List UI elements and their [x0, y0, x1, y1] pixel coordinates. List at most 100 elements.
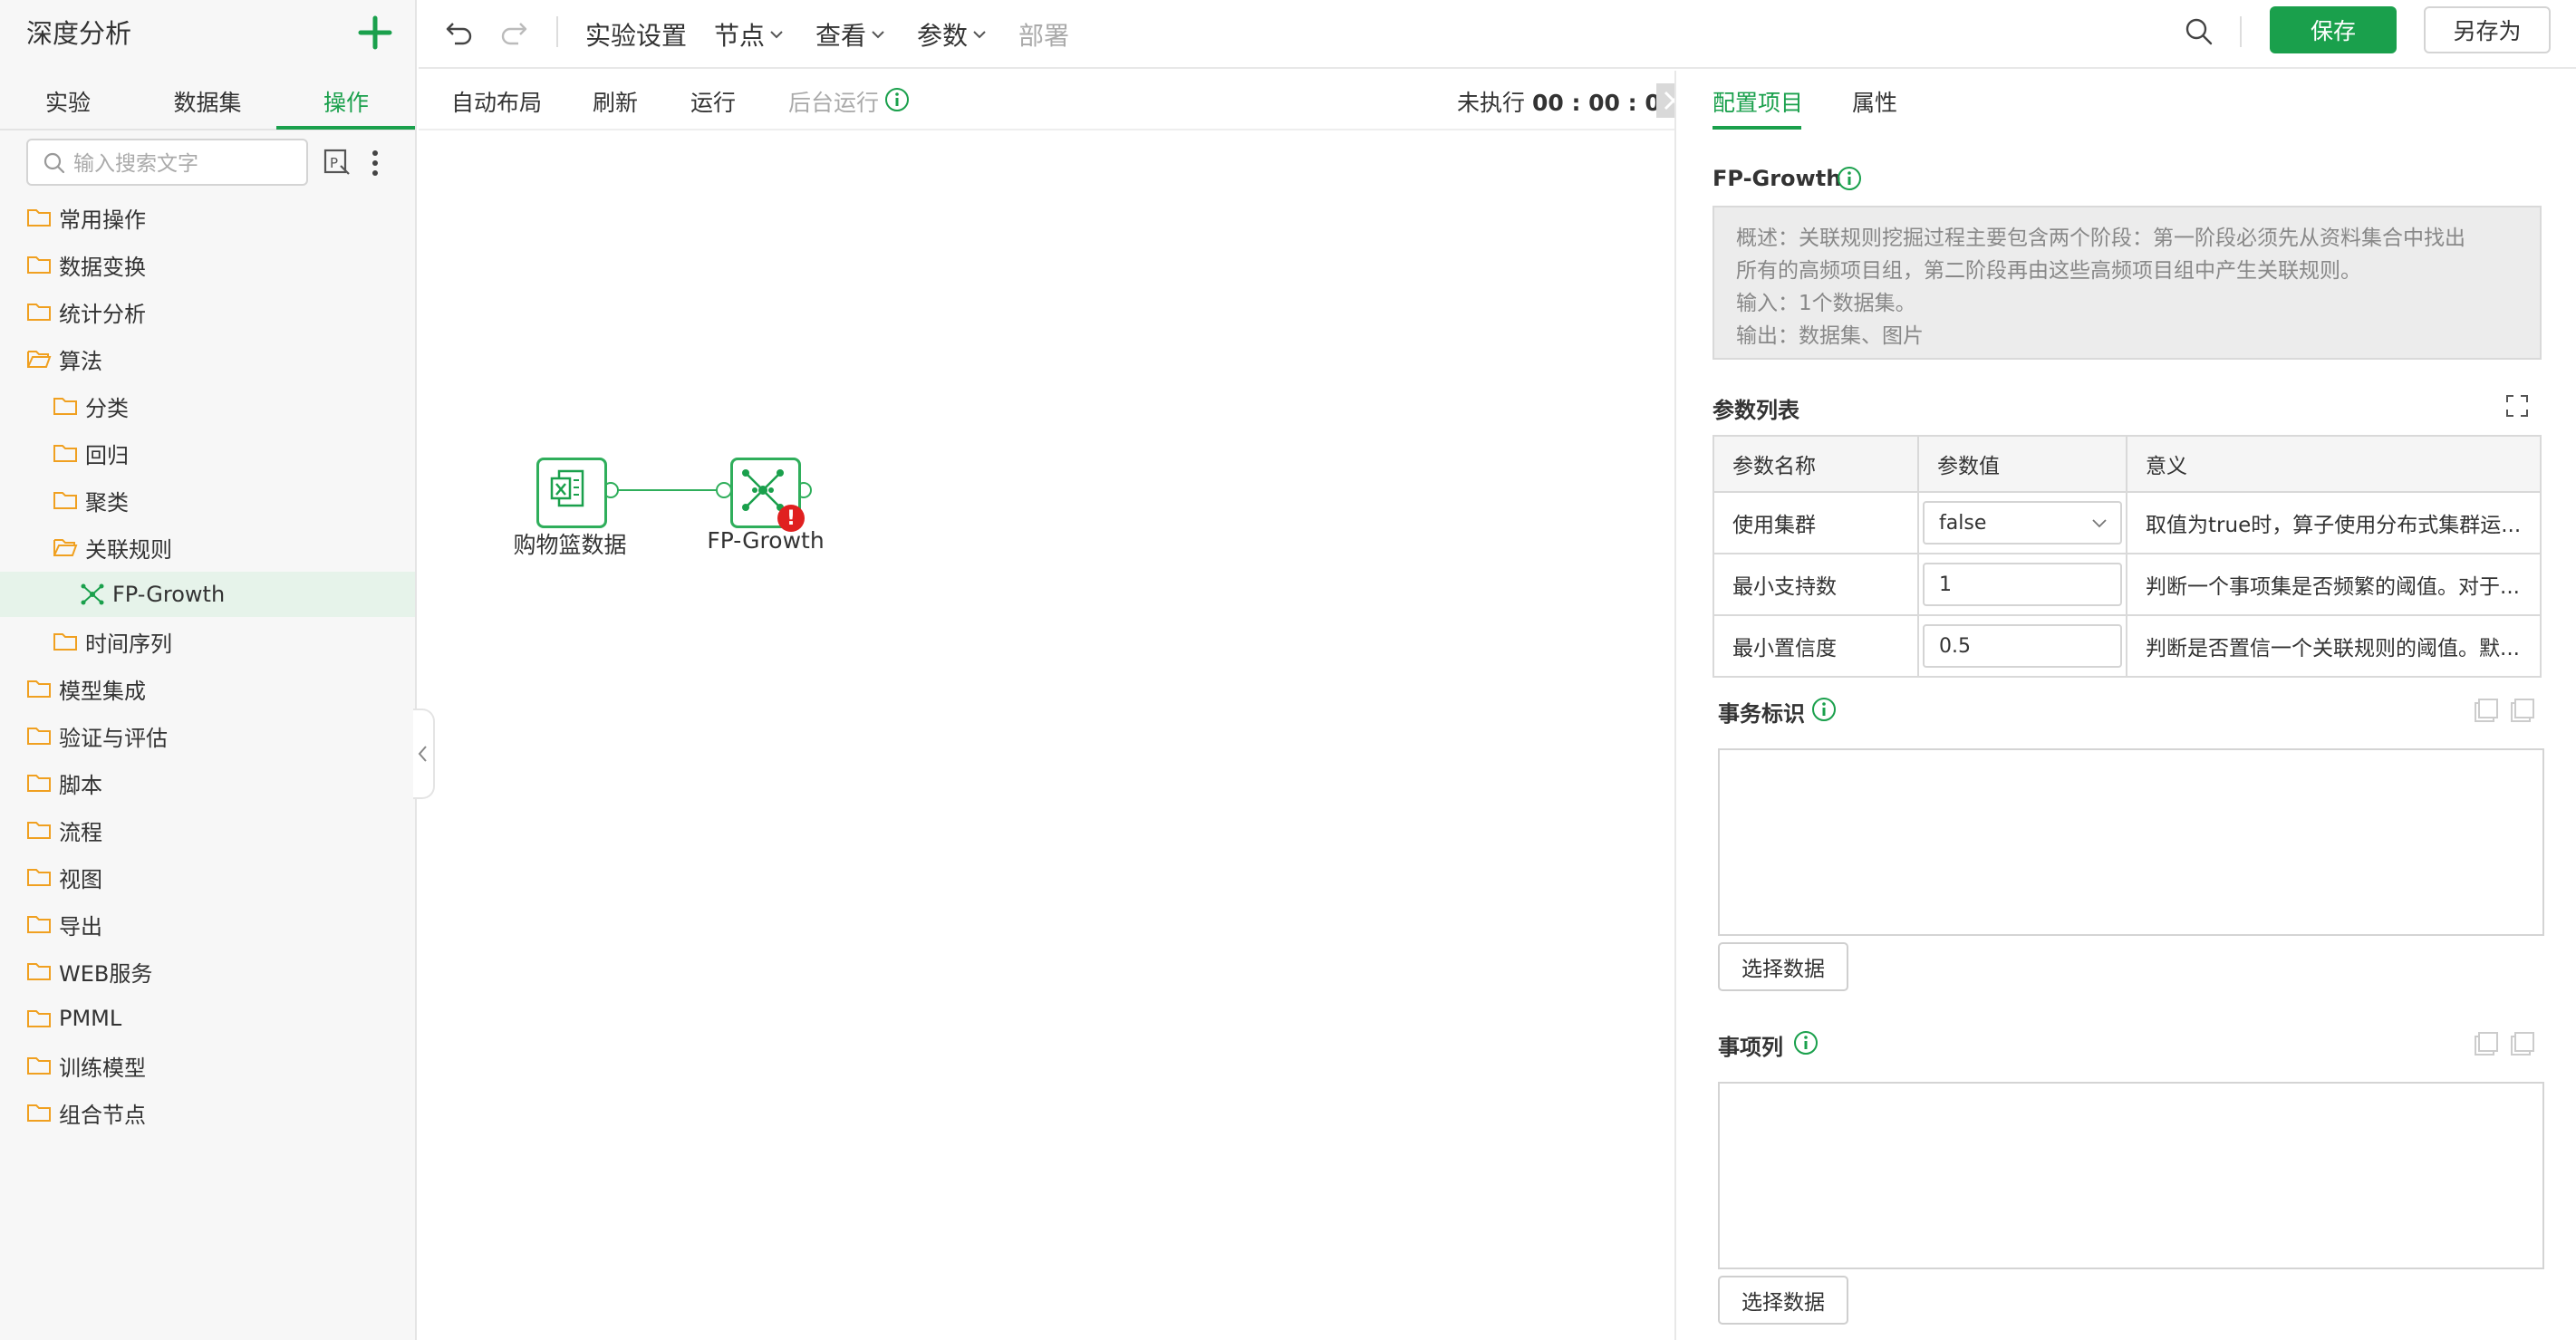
tree-item-web-service[interactable]: WEB服务	[26, 949, 152, 994]
tab-properties[interactable]: 属性	[1852, 85, 1897, 118]
folder-icon	[27, 822, 51, 839]
folder-icon	[27, 304, 51, 321]
item-column-title: 事项列	[1718, 1035, 1783, 1060]
tree-item-common-ops[interactable]: 常用操作	[26, 195, 146, 240]
param-name: 使用集群	[1712, 491, 1920, 554]
tree-item-data-transform[interactable]: 数据变换	[26, 242, 146, 287]
folder-icon	[27, 1057, 51, 1075]
tree-item-view[interactable]: 视图	[26, 854, 102, 900]
param-value-cell: 1	[1917, 553, 2128, 616]
info-icon	[885, 88, 909, 111]
canvas-node-basket-data[interactable]	[536, 458, 607, 528]
tab-config[interactable]: 配置项目	[1713, 85, 1803, 118]
table-header-row: 参数名称 参数值 意义	[1712, 435, 2542, 493]
filter-icon[interactable]: P	[323, 148, 352, 177]
info-icon[interactable]	[1792, 1029, 1819, 1056]
execution-status: 未执行 00 : 00 : 00	[1457, 85, 1676, 118]
tree-item-script[interactable]: 脚本	[26, 760, 102, 805]
run-button[interactable]: 运行	[690, 85, 736, 118]
operator-name: FP-Growth	[1713, 166, 1842, 191]
deploy-button[interactable]: 部署	[1018, 16, 1069, 53]
undo-icon[interactable]	[444, 16, 475, 47]
tree-item-validation[interactable]: 验证与评估	[26, 713, 168, 758]
tree-item-label: 关联规则	[85, 536, 172, 563]
folder-open-icon	[53, 539, 78, 556]
tree-item-label: 组合节点	[59, 1102, 146, 1128]
params-menu[interactable]: 参数	[917, 16, 987, 53]
tree-item-pmml[interactable]: PMML	[26, 996, 121, 1041]
table-row: 使用集群 false 取值为true时，算子使用分布式集群运...	[1712, 491, 2542, 554]
background-run-button[interactable]: 后台运行	[788, 85, 879, 118]
tree-item-model-ensemble[interactable]: 模型集成	[26, 666, 146, 711]
tree-item-time-series[interactable]: 时间序列	[53, 619, 172, 664]
transaction-id-area[interactable]	[1718, 748, 2544, 936]
param-meaning: 取值为true时，算子使用分布式集群运...	[2126, 491, 2542, 554]
node-label: 购物篮数据	[513, 532, 627, 558]
tree-item-classification[interactable]: 分类	[53, 383, 129, 429]
param-value-cell: false	[1917, 491, 2128, 554]
tree-item-regression[interactable]: 回归	[53, 430, 129, 476]
redo-icon[interactable]	[498, 16, 529, 47]
select-data-button[interactable]: 选择数据	[1718, 942, 1848, 991]
min-support-input[interactable]: 1	[1923, 563, 2123, 606]
tree-item-trained-models[interactable]: 训练模型	[26, 1043, 146, 1088]
copy-icon[interactable]	[2474, 698, 2537, 725]
expand-icon[interactable]	[2505, 394, 2529, 418]
tree-item-label: 流程	[59, 819, 102, 845]
auto-layout-button[interactable]: 自动布局	[451, 85, 542, 118]
tree-item-label: 模型集成	[59, 678, 146, 704]
info-icon[interactable]	[1836, 165, 1863, 192]
param-name: 最小置信度	[1712, 614, 1920, 678]
experiment-settings-button[interactable]: 实验设置	[585, 16, 687, 53]
folder-icon	[27, 680, 51, 698]
folder-icon	[27, 256, 51, 274]
folder-icon	[27, 1104, 51, 1122]
copy-icon[interactable]	[2474, 1031, 2537, 1058]
sidebar-collapse-handle[interactable]	[413, 709, 435, 799]
tree-item-label: 分类	[85, 395, 129, 421]
save-as-button[interactable]: 另存为	[2424, 6, 2551, 53]
tree-item-label: 训练模型	[59, 1055, 146, 1081]
tree-item-flow[interactable]: 流程	[26, 807, 102, 853]
tab-operations[interactable]: 操作	[278, 85, 414, 118]
excel-icon	[550, 469, 584, 507]
tree-item-clustering[interactable]: 聚类	[53, 477, 129, 523]
folder-icon	[53, 492, 77, 509]
toolbar-divider	[2240, 16, 2242, 47]
params-title: 参数列表	[1713, 398, 1799, 423]
active-tab-indicator	[1713, 126, 1801, 130]
select-data-button[interactable]: 选择数据	[1718, 1276, 1848, 1325]
tree-item-export[interactable]: 导出	[26, 901, 102, 947]
chevron-down-icon	[973, 31, 986, 39]
search-icon[interactable]	[2184, 16, 2214, 47]
transaction-id-title: 事务标识	[1718, 701, 1805, 727]
tree-item-fp-growth[interactable]: FP-Growth	[0, 572, 415, 617]
folder-icon	[27, 209, 51, 227]
info-icon[interactable]	[1810, 696, 1838, 723]
more-icon[interactable]	[366, 148, 384, 178]
search-box[interactable]	[26, 139, 308, 186]
tab-dataset[interactable]: 数据集	[140, 85, 275, 118]
tree-item-stats[interactable]: 统计分析	[26, 289, 146, 334]
tree-item-association-rules[interactable]: 关联规则	[53, 525, 172, 570]
folder-icon	[53, 633, 77, 651]
connection-line	[616, 489, 721, 491]
use-cluster-select[interactable]: false	[1923, 501, 2123, 545]
add-icon[interactable]	[355, 13, 395, 53]
tab-experiment[interactable]: 实验	[0, 85, 136, 118]
view-menu[interactable]: 查看	[815, 16, 885, 53]
node-menu[interactable]: 节点	[714, 16, 784, 53]
operator-description: 概述：关联规则挖掘过程主要包含两个阶段：第一阶段必须先从资料集合中找出 所有的高…	[1713, 206, 2542, 360]
tree-item-label: 时间序列	[85, 631, 172, 657]
timer: 00 : 00 : 00	[1531, 90, 1677, 116]
refresh-button[interactable]: 刷新	[593, 85, 638, 118]
params-table: 参数名称 参数值 意义 使用集群 false 取值为true时，算子使用分布式集…	[1712, 435, 2542, 678]
tree-item-algorithms[interactable]: 算法	[26, 336, 102, 381]
folder-icon	[27, 916, 51, 933]
item-column-area[interactable]	[1718, 1082, 2544, 1269]
min-confidence-input[interactable]: 0.5	[1923, 624, 2123, 668]
save-button[interactable]: 保存	[2270, 6, 2397, 53]
folder-icon	[27, 775, 51, 792]
search-input[interactable]	[72, 148, 302, 180]
tree-item-composite-nodes[interactable]: 组合节点	[26, 1090, 146, 1135]
